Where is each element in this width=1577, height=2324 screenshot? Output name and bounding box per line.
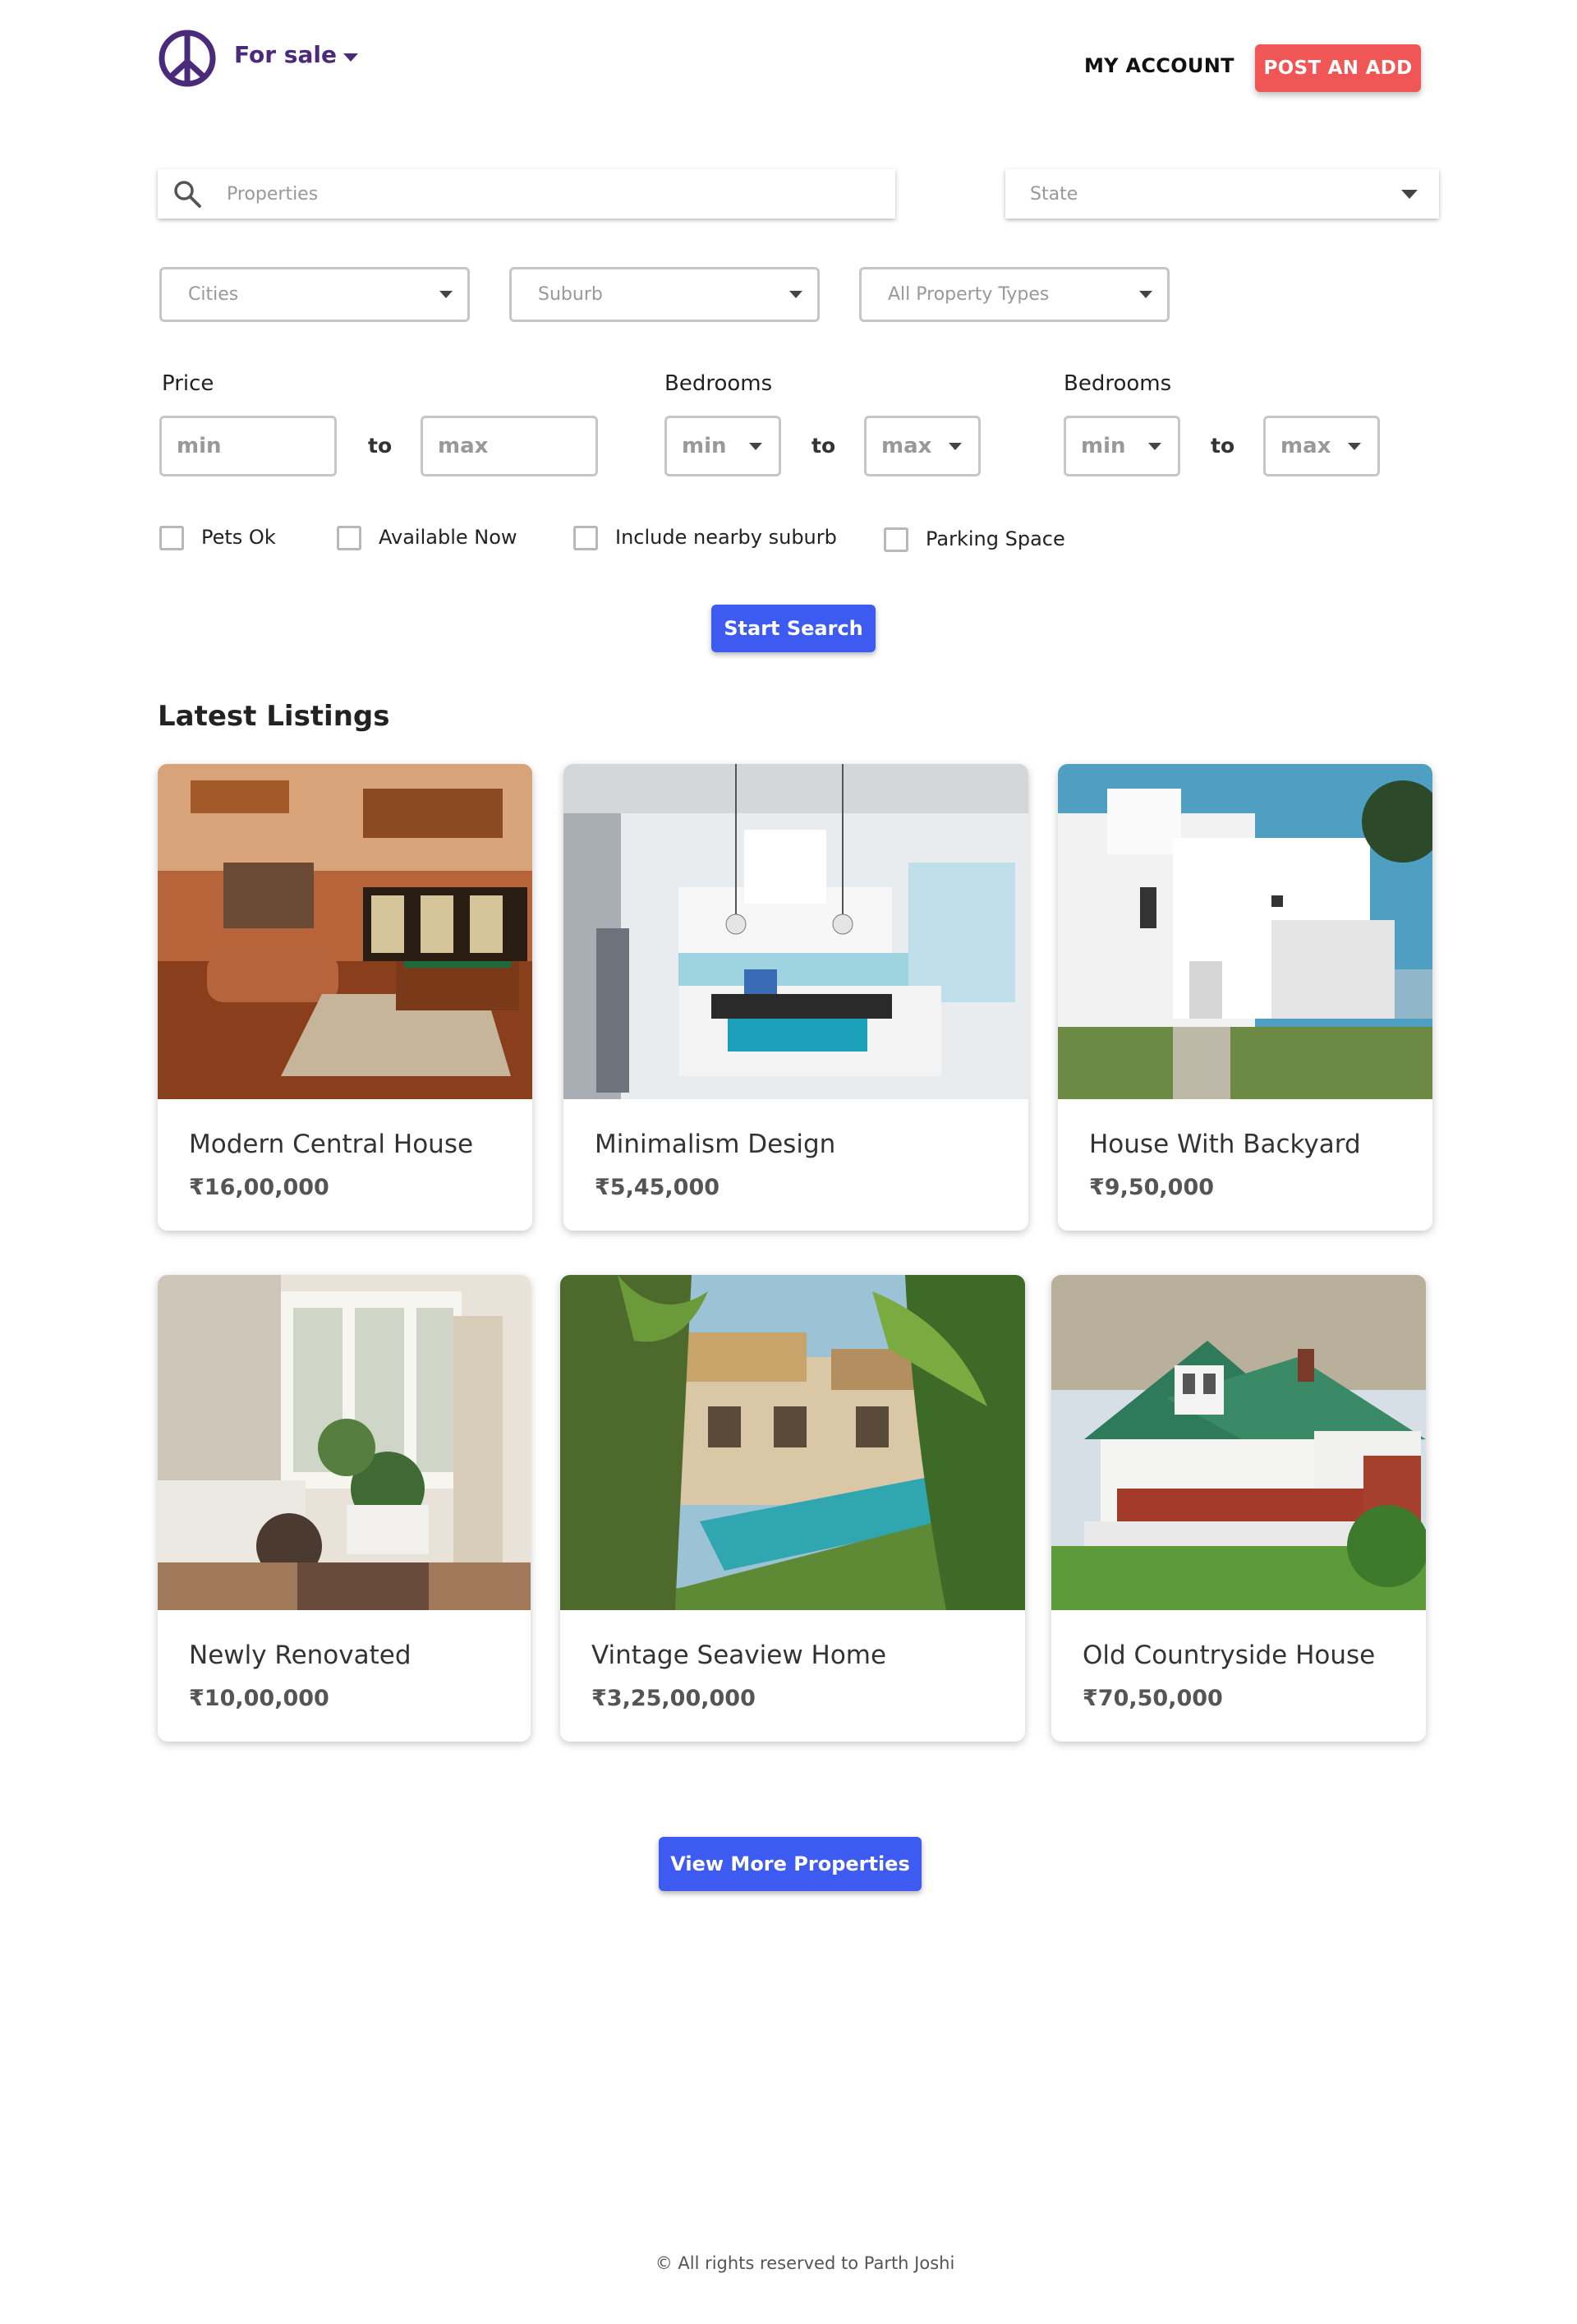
price-max-input[interactable]: max — [421, 416, 598, 476]
peace-icon[interactable] — [158, 29, 217, 88]
bedrooms-max-select[interactable]: max — [864, 416, 981, 476]
available-now-label: Available Now — [379, 526, 517, 549]
view-more-properties-button[interactable]: View More Properties — [659, 1837, 922, 1891]
to-label: to — [1211, 434, 1235, 458]
chevron-down-icon — [343, 53, 358, 62]
post-ad-button[interactable]: POST AN ADD — [1255, 44, 1421, 92]
chevron-down-icon — [1148, 442, 1161, 450]
start-search-button[interactable]: Start Search — [711, 605, 876, 652]
listing-price: ₹5,45,000 — [595, 1175, 720, 1200]
listing-photo — [563, 764, 1028, 1099]
listing-price: ₹70,50,000 — [1083, 1686, 1223, 1711]
listing-price: ₹3,25,00,000 — [591, 1686, 756, 1711]
listing-photo — [158, 1275, 531, 1610]
to-label: to — [368, 434, 393, 458]
chevron-down-icon — [749, 442, 762, 450]
brand-label: For sale — [234, 41, 337, 68]
chevron-down-icon — [1401, 189, 1418, 199]
suburb-select-label: Suburb — [538, 284, 603, 305]
property-types-select[interactable]: All Property Types — [859, 267, 1170, 322]
chevron-down-icon — [789, 291, 802, 298]
chevron-down-icon — [1139, 291, 1152, 298]
bedrooms-2-min-value: min — [1081, 434, 1126, 458]
chevron-down-icon — [1348, 442, 1361, 450]
chevron-down-icon — [949, 442, 962, 450]
listing-card[interactable]: Minimalism Design ₹5,45,000 — [563, 764, 1028, 1231]
listing-photo — [1058, 764, 1432, 1099]
listing-price: ₹16,00,000 — [189, 1175, 329, 1200]
listing-title: Newly Renovated — [189, 1641, 411, 1670]
listing-photo — [158, 764, 532, 1099]
bedrooms-2-min-select[interactable]: min — [1064, 416, 1180, 476]
listing-title: Modern Central House — [189, 1130, 474, 1159]
search-bar — [158, 169, 895, 219]
include-nearby-suburb-checkbox[interactable] — [573, 526, 598, 550]
listing-title: Old Countryside House — [1083, 1641, 1376, 1670]
cities-select-label: Cities — [188, 284, 239, 305]
my-account-link[interactable]: MY ACCOUNT — [1084, 54, 1234, 77]
bedrooms-label-2: Bedrooms — [1064, 371, 1172, 396]
bedrooms-min-select[interactable]: min — [664, 416, 781, 476]
parking-space-label: Parking Space — [926, 527, 1065, 550]
bedrooms-max-value: max — [881, 434, 932, 458]
price-min-input[interactable]: min — [159, 416, 337, 476]
state-select[interactable]: State — [1005, 169, 1439, 219]
listing-card[interactable]: Modern Central House ₹16,00,000 — [158, 764, 532, 1231]
listing-price: ₹10,00,000 — [189, 1686, 329, 1711]
price-label: Price — [162, 371, 214, 396]
suburb-select[interactable]: Suburb — [509, 267, 820, 322]
chevron-down-icon — [439, 291, 453, 298]
pets-ok-checkbox[interactable] — [159, 526, 184, 550]
bedrooms-label: Bedrooms — [664, 371, 773, 396]
listing-card[interactable]: Old Countryside House ₹70,50,000 — [1051, 1275, 1426, 1742]
listing-title: House With Backyard — [1089, 1130, 1361, 1159]
to-label: to — [811, 434, 836, 458]
listing-photo — [1051, 1275, 1426, 1610]
listing-card[interactable]: Newly Renovated ₹10,00,000 — [158, 1275, 531, 1742]
listing-card[interactable]: House With Backyard ₹9,50,000 — [1058, 764, 1432, 1231]
cities-select[interactable]: Cities — [159, 267, 470, 322]
listing-title: Vintage Seaview Home — [591, 1641, 887, 1670]
for-sale-dropdown[interactable]: For sale — [234, 41, 358, 68]
property-types-select-label: All Property Types — [888, 284, 1050, 305]
listing-card[interactable]: Vintage Seaview Home ₹3,25,00,000 — [560, 1275, 1025, 1742]
footer-copyright: © All rights reserved to Parth Joshi — [655, 2253, 955, 2273]
available-now-checkbox[interactable] — [337, 526, 361, 550]
include-nearby-suburb-label: Include nearby suburb — [615, 526, 837, 549]
bedrooms-2-max-value: max — [1280, 434, 1331, 458]
latest-listings-heading: Latest Listings — [158, 700, 390, 733]
parking-space-checkbox[interactable] — [884, 527, 908, 552]
bedrooms-2-max-select[interactable]: max — [1263, 416, 1380, 476]
search-input[interactable] — [225, 182, 849, 205]
listing-price: ₹9,50,000 — [1089, 1175, 1215, 1200]
listing-title: Minimalism Design — [595, 1130, 836, 1159]
listing-photo — [560, 1275, 1025, 1610]
state-select-label: State — [1030, 183, 1078, 205]
search-icon — [174, 181, 201, 208]
pets-ok-label: Pets Ok — [201, 526, 276, 549]
bedrooms-min-value: min — [682, 434, 727, 458]
